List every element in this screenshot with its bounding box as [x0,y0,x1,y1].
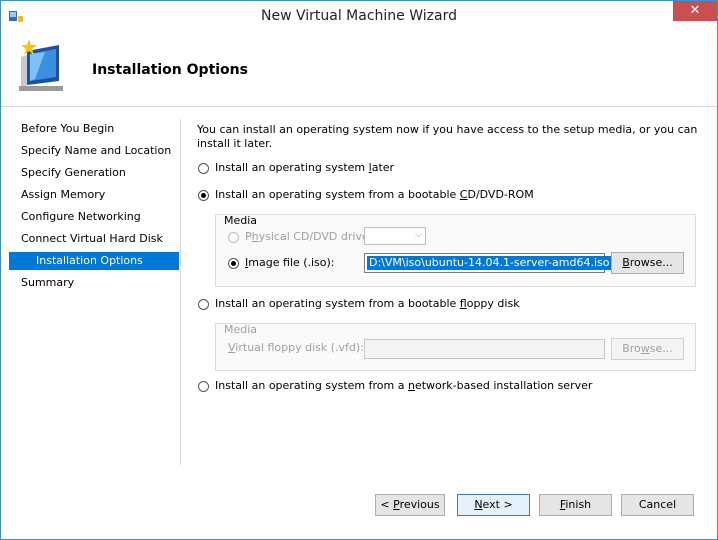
finish-button[interactable]: Finish [539,494,612,516]
cd-media-group: Media Physical CD/DVD drive: ⌵ Image fil… [215,214,696,287]
radio-image-file-label: Image file (.iso): [245,256,335,269]
next-button[interactable]: Next > [457,494,530,516]
wizard-header: Installation Options [1,31,717,107]
step-assign-memory[interactable]: Assign Memory [9,186,179,204]
step-specify-name-location[interactable]: Specify Name and Location [9,142,179,160]
radio-install-network-circle[interactable] [198,380,209,392]
physical-drive-combo[interactable]: ⌵ [364,227,426,245]
radio-install-cd-label: Install an operating system from a boota… [215,188,534,201]
browse-vfd-button[interactable]: Browse... [611,338,684,360]
title-bar[interactable]: New Virtual Machine Wizard ✕ [1,1,717,31]
floppy-media-group: Media Virtual floppy disk (.vfd): Browse… [215,323,696,371]
cancel-button[interactable]: Cancel [621,494,694,516]
image-file-input[interactable]: D:\VM\iso\ubuntu-14.04.1-server-amd64.is… [364,253,612,273]
previous-button[interactable]: < Previous [375,494,445,516]
radio-image-file-circle[interactable] [228,257,239,269]
radio-install-floppy-label: Install an operating system from a boota… [215,297,520,310]
intro-text: You can install an operating system now … [197,123,698,150]
window-title: New Virtual Machine Wizard [261,8,457,24]
radio-physical-drive-label: Physical CD/DVD drive: [245,230,373,243]
wizard-steps-sidebar: Before You Begin Specify Name and Locati… [1,107,179,463]
radio-install-cd-circle[interactable] [198,189,209,201]
radio-image-file[interactable]: Image file (.iso): [228,255,335,271]
footer-divider [1,467,717,468]
step-connect-virtual-hard-disk[interactable]: Connect Virtual Hard Disk [9,230,179,248]
step-before-you-begin[interactable]: Before You Begin [9,120,179,138]
radio-physical-drive-circle[interactable] [228,231,239,243]
step-configure-networking[interactable]: Configure Networking [9,208,179,226]
floppy-file-label: Virtual floppy disk (.vfd): [228,341,364,354]
image-file-value: D:\VM\iso\ubuntu-14.04.1-server-amd64.is… [367,256,612,270]
wizard-computer-icon [19,39,63,91]
radio-install-network-label: Install an operating system from a netwo… [215,379,593,392]
page-title: Installation Options [92,62,248,78]
radio-install-network[interactable]: Install an operating system from a netwo… [198,378,592,394]
step-specify-generation[interactable]: Specify Generation [9,164,179,182]
radio-install-floppy[interactable]: Install an operating system from a boota… [198,296,520,312]
radio-physical-drive[interactable]: Physical CD/DVD drive: [228,229,372,245]
radio-install-later[interactable]: Install an operating system later [198,160,394,176]
close-button[interactable]: ✕ [673,1,717,21]
radio-install-cd[interactable]: Install an operating system from a boota… [198,187,534,203]
chevron-down-icon: ⌵ [415,230,422,240]
step-summary[interactable]: Summary [9,274,179,292]
wizard-window: New Virtual Machine Wizard ✕ Installatio… [0,0,718,540]
cd-media-title: Media [224,214,258,227]
radio-install-later-label: Install an operating system later [215,161,395,174]
installation-options-panel: You can install an operating system now … [181,107,717,467]
radio-install-floppy-circle[interactable] [198,298,209,310]
floppy-media-title: Media [224,323,258,336]
radio-install-later-circle[interactable] [198,162,209,174]
step-installation-options[interactable]: Installation Options [9,252,179,270]
floppy-file-input[interactable] [364,339,605,359]
browse-iso-button[interactable]: Browse... [611,252,684,274]
